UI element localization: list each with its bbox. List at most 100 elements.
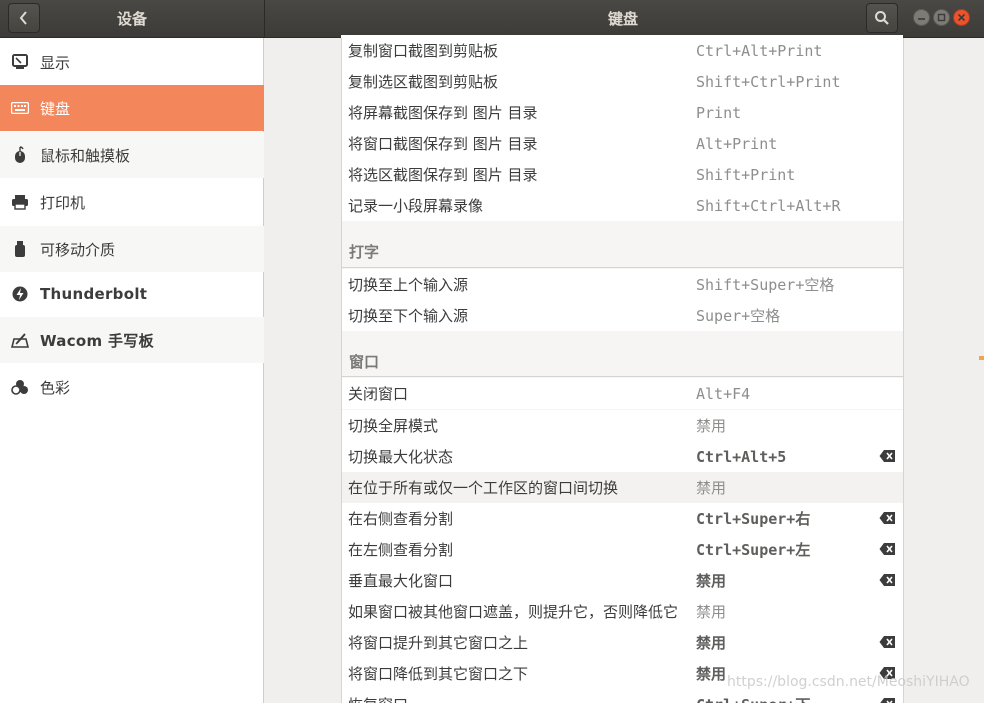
shortcut-row[interactable]: 将屏幕截图保存到 图片 目录 Print bbox=[341, 97, 903, 128]
shortcut-accel: Ctrl+Alt+5 bbox=[696, 447, 787, 466]
shortcut-accel: Ctrl+Super+右 bbox=[696, 510, 811, 528]
search-button[interactable] bbox=[866, 3, 898, 33]
shortcut-row[interactable]: 复制选区截图到剪贴板 Shift+Ctrl+Print bbox=[341, 66, 903, 97]
display-icon bbox=[12, 54, 28, 69]
maximize-icon bbox=[937, 13, 946, 22]
clear-shortcut-icon[interactable] bbox=[879, 542, 896, 556]
shortcut-row[interactable]: 将选区截图保存到 图片 目录 Shift+Print bbox=[341, 159, 903, 190]
printer-icon bbox=[12, 195, 28, 210]
sidebar-item-color[interactable]: 色彩 bbox=[0, 364, 264, 410]
sidebar-item-label: 色彩 bbox=[40, 378, 71, 397]
sidebar-item-wacom[interactable]: Wacom 手写板 bbox=[0, 317, 264, 363]
shortcut-label: 垂直最大化窗口 bbox=[348, 572, 454, 590]
shortcut-accel: 禁用 bbox=[696, 417, 727, 435]
minimize-button[interactable] bbox=[913, 9, 930, 26]
tablet-icon bbox=[11, 333, 29, 348]
clear-shortcut-icon[interactable] bbox=[879, 511, 896, 525]
header-bar: 设备 键盘 bbox=[0, 0, 984, 38]
shortcut-accel: 禁用 bbox=[696, 572, 727, 590]
sidebar-item-thunderbolt[interactable]: Thunderbolt bbox=[0, 271, 264, 317]
back-button[interactable] bbox=[8, 3, 40, 33]
clear-shortcut-icon[interactable] bbox=[879, 635, 896, 649]
panel-border bbox=[903, 38, 904, 703]
sidebar-item-label: 鼠标和触摸板 bbox=[40, 146, 131, 165]
section-divider bbox=[341, 267, 903, 268]
shortcut-label: 将屏幕截图保存到 图片 目录 bbox=[348, 104, 538, 122]
shortcut-accel: Ctrl+Alt+Print bbox=[696, 41, 823, 60]
shortcut-label: 切换至上个输入源 bbox=[348, 276, 469, 294]
sidebar-item-label: Wacom 手写板 bbox=[40, 331, 154, 350]
sidebar-item-label: Thunderbolt bbox=[40, 285, 148, 303]
shortcut-row[interactable]: 切换最大化状态 Ctrl+Alt+5 bbox=[341, 441, 903, 472]
sidebar-item-display[interactable]: 显示 bbox=[0, 39, 264, 85]
sidebar: 显示 键盘 鼠标和触摸板 打印机 可移动介质 Thunderbolt Wacom… bbox=[0, 38, 264, 703]
shortcut-label: 复制选区截图到剪贴板 bbox=[348, 73, 499, 91]
shortcut-label: 如果窗口被其他窗口遮盖，则提升它，否则降低它 bbox=[348, 603, 679, 621]
shortcut-accel: Alt+Print bbox=[696, 134, 778, 153]
shortcut-row[interactable]: 关闭窗口 Alt+F4 bbox=[341, 378, 903, 409]
section-title-typing: 打字 bbox=[349, 243, 380, 261]
shortcut-row[interactable]: 在左侧查看分割 Ctrl+Super+左 bbox=[341, 534, 903, 565]
shortcut-label: 将窗口降低到其它窗口之下 bbox=[348, 665, 529, 683]
shortcut-label: 在左侧查看分割 bbox=[348, 541, 454, 559]
shortcut-label: 将窗口提升到其它窗口之上 bbox=[348, 634, 529, 652]
close-icon bbox=[957, 13, 966, 22]
shortcut-accel: 禁用 bbox=[696, 479, 727, 497]
shortcut-row[interactable]: 在位于所有或仅一个工作区的窗口间切换 禁用 bbox=[341, 472, 903, 503]
shortcut-accel: Print bbox=[696, 103, 742, 122]
shortcut-list[interactable]: 复制窗口截图到剪贴板 Ctrl+Alt+Print 复制选区截图到剪贴板 Shi… bbox=[341, 35, 903, 703]
close-button[interactable] bbox=[953, 9, 970, 26]
sidebar-item-label: 可移动介质 bbox=[40, 240, 116, 259]
shortcut-label: 切换全屏模式 bbox=[348, 417, 439, 435]
sidebar-item-label: 键盘 bbox=[40, 99, 71, 118]
sidebar-item-keyboard[interactable]: 键盘 bbox=[0, 85, 264, 131]
removable-media-icon bbox=[15, 241, 25, 257]
shortcut-row[interactable]: 将窗口截图保存到 图片 目录 Alt+Print bbox=[341, 128, 903, 159]
shortcut-accel: 禁用 bbox=[696, 603, 727, 621]
search-icon bbox=[875, 11, 889, 25]
chevron-left-icon bbox=[19, 11, 27, 25]
thunderbolt-icon bbox=[12, 286, 28, 302]
clear-shortcut-icon[interactable] bbox=[879, 573, 896, 587]
shortcut-accel: Shift+Super+空格 bbox=[696, 276, 835, 294]
shortcut-label: 记录一小段屏幕录像 bbox=[348, 197, 484, 215]
shortcut-row[interactable]: 恢复窗口 Ctrl+Super+下 bbox=[341, 689, 903, 703]
shortcut-label: 切换至下个输入源 bbox=[348, 307, 469, 325]
shortcut-label: 在右侧查看分割 bbox=[348, 510, 454, 528]
scrollbar-marker[interactable] bbox=[979, 356, 984, 360]
shortcut-row[interactable]: 切换至上个输入源 Shift+Super+空格 bbox=[341, 269, 903, 300]
shortcut-accel: Super+空格 bbox=[696, 307, 781, 325]
sidebar-item-label: 打印机 bbox=[40, 193, 86, 212]
shortcut-row[interactable]: 复制窗口截图到剪贴板 Ctrl+Alt+Print bbox=[341, 35, 903, 66]
main-content: 复制窗口截图到剪贴板 Ctrl+Alt+Print 复制选区截图到剪贴板 Shi… bbox=[265, 35, 984, 703]
shortcut-accel: Ctrl+Super+左 bbox=[696, 541, 811, 559]
shortcut-label: 在位于所有或仅一个工作区的窗口间切换 bbox=[348, 479, 619, 497]
minimize-icon bbox=[918, 18, 925, 20]
watermark: https://blog.csdn.net/MeoshiYIHAO bbox=[727, 674, 970, 690]
sidebar-item-label: 显示 bbox=[40, 53, 71, 72]
sidebar-title: 设备 bbox=[116, 10, 147, 28]
shortcut-row[interactable]: 记录一小段屏幕录像 Shift+Ctrl+Alt+R bbox=[341, 190, 903, 221]
shortcut-accel: Shift+Ctrl+Print bbox=[696, 72, 841, 91]
shortcut-row[interactable]: 切换全屏模式 禁用 bbox=[341, 410, 903, 441]
shortcut-row[interactable]: 在右侧查看分割 Ctrl+Super+右 bbox=[341, 503, 903, 534]
panel-border bbox=[341, 38, 342, 703]
shortcut-row[interactable]: 如果窗口被其他窗口遮盖，则提升它，否则降低它 禁用 bbox=[341, 596, 903, 627]
shortcut-label: 将选区截图保存到 图片 目录 bbox=[348, 166, 538, 184]
color-icon bbox=[11, 380, 28, 395]
shortcut-label: 恢复窗口 bbox=[348, 694, 408, 703]
shortcut-row[interactable]: 将窗口提升到其它窗口之上 禁用 bbox=[341, 627, 903, 658]
mouse-icon bbox=[15, 146, 25, 163]
clear-shortcut-icon[interactable] bbox=[879, 449, 896, 463]
shortcut-label: 关闭窗口 bbox=[348, 385, 409, 403]
sidebar-item-mouse[interactable]: 鼠标和触摸板 bbox=[0, 132, 264, 178]
shortcut-row[interactable]: 垂直最大化窗口 禁用 bbox=[341, 565, 903, 596]
sidebar-item-printer[interactable]: 打印机 bbox=[0, 179, 264, 225]
shortcut-accel: 禁用 bbox=[696, 665, 727, 683]
shortcut-row[interactable]: 切换至下个输入源 Super+空格 bbox=[341, 300, 903, 331]
shortcut-label: 复制窗口截图到剪贴板 bbox=[348, 42, 499, 60]
sidebar-item-removable-media[interactable]: 可移动介质 bbox=[0, 226, 264, 272]
clear-shortcut-icon[interactable] bbox=[879, 697, 896, 703]
maximize-button[interactable] bbox=[933, 9, 950, 26]
shortcut-label: 将窗口截图保存到 图片 目录 bbox=[348, 135, 538, 153]
